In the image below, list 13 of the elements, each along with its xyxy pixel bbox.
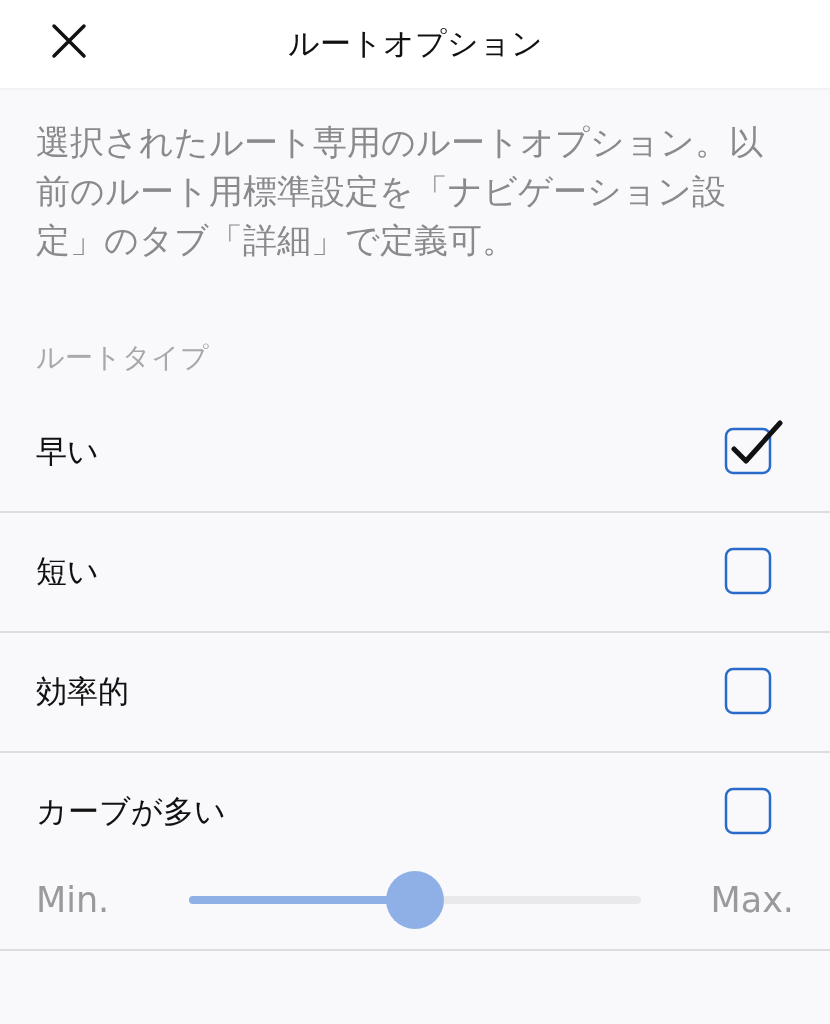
min-label: Min. <box>36 880 110 920</box>
checkbox[interactable] <box>724 419 784 475</box>
max-label: Max. <box>710 880 794 920</box>
section-label: ルートタイプ <box>35 340 210 376</box>
route-type-label: カーブが多い <box>36 792 226 831</box>
close-button[interactable] <box>50 22 88 60</box>
description-text: 選択されたルート専用のルートオプション。以前のルート用標準設定を「ナビゲーション設定」のタブ「詳細」で定義可。 <box>35 121 764 262</box>
route-type-label: 効率的 <box>36 672 129 711</box>
close-icon <box>51 23 87 59</box>
route-type-label: 早い <box>36 432 99 471</box>
slider-thumb[interactable] <box>385 871 444 929</box>
screen-title: ルートオプション <box>287 24 543 63</box>
route-type-label: 短い <box>36 552 99 591</box>
